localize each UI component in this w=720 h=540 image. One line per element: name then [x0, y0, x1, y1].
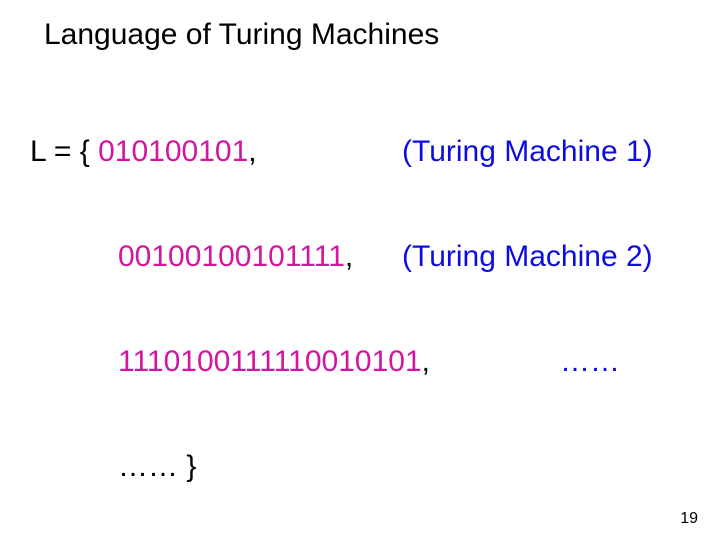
slide: Language of Turing Machines L = { 010100…	[0, 0, 720, 540]
row1-left: L = { 010100101,	[30, 135, 257, 169]
annotation-1: (Turing Machine 1)	[402, 135, 653, 169]
slide-title: Language of Turing Machines	[44, 18, 439, 52]
annotation-3: ……	[560, 345, 620, 379]
binary-string-2: 00100100101111	[118, 240, 345, 273]
page-number: 19	[680, 510, 698, 528]
comma-2: ,	[345, 240, 353, 273]
comma-1: ,	[248, 135, 256, 168]
binary-string-3: 1110100111110010101	[118, 345, 422, 378]
comma-3: ,	[422, 345, 430, 378]
row3-left: 1110100111110010101,	[118, 345, 430, 379]
closing-brace: …… }	[118, 450, 196, 484]
language-prefix: L = {	[30, 135, 98, 168]
annotation-2: (Turing Machine 2)	[402, 240, 653, 274]
binary-string-1: 010100101	[98, 135, 248, 168]
row2-left: 00100100101111,	[118, 240, 353, 274]
